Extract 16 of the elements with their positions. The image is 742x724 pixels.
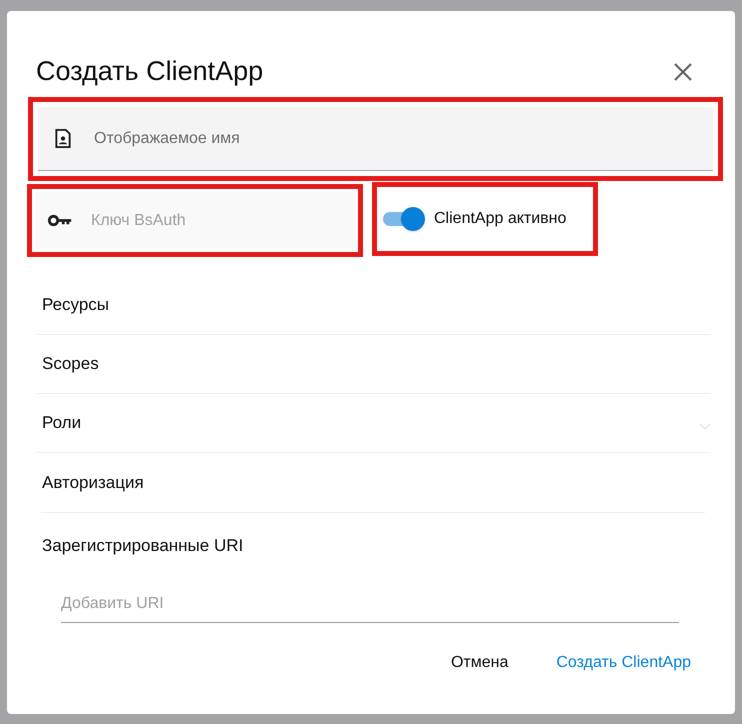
key-icon xyxy=(47,214,73,227)
cancel-button[interactable]: Отмена xyxy=(450,650,508,674)
section-header[interactable]: Scopes xyxy=(42,351,99,377)
toggle-label: ClientApp активно xyxy=(434,209,566,229)
uri-input-field[interactable]: Добавить URI xyxy=(61,586,679,622)
key-field[interactable]: Ключ BsAuth xyxy=(35,192,355,249)
section-header[interactable]: Авторизация xyxy=(42,470,144,496)
close-icon[interactable] xyxy=(673,62,693,82)
section-header[interactable]: Роли xyxy=(42,410,82,436)
section-header[interactable]: Ресурсы xyxy=(42,292,110,318)
contact-card-icon xyxy=(55,129,71,148)
section-heading: Зарегистрированные URI xyxy=(41,535,244,557)
display-name-field[interactable]: Отображаемое имя xyxy=(38,107,713,171)
toggle-switch[interactable] xyxy=(381,207,425,231)
create-button[interactable]: Создать ClientApp xyxy=(556,650,691,674)
dialog-title: Создать ClientApp xyxy=(36,55,264,88)
